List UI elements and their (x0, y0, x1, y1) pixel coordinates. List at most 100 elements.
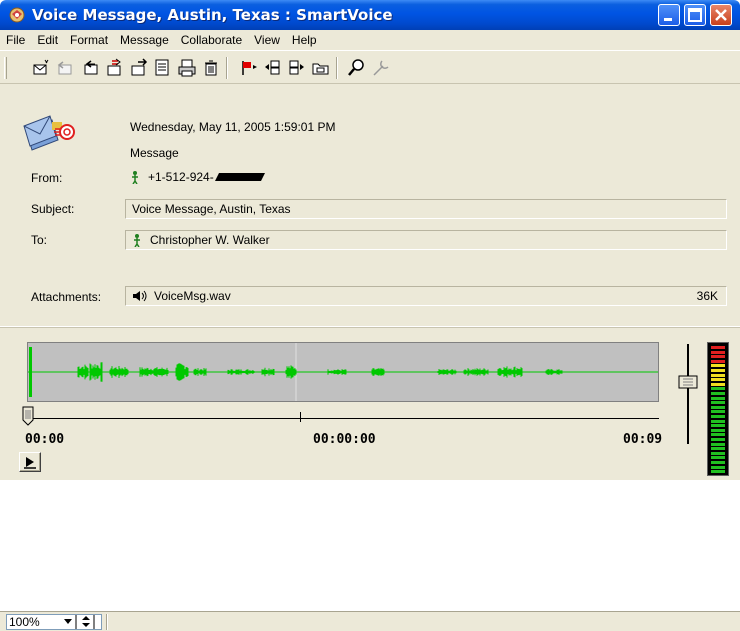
subject-field[interactable]: Voice Message, Austin, Texas (125, 199, 727, 219)
level-meter-segment (711, 461, 725, 464)
attachment-name: VoiceMsg.wav (154, 289, 231, 303)
level-meter-segment (711, 392, 725, 395)
redaction-mark (214, 173, 265, 181)
playhead-marker (29, 347, 32, 397)
find-icon[interactable] (346, 57, 368, 79)
previous-icon[interactable] (262, 57, 284, 79)
menu-bar: File Edit Format Message Collaborate Vie… (0, 30, 740, 50)
level-meter-segment (711, 387, 725, 391)
attachments-label: Attachments: (31, 290, 102, 304)
level-meter-segment (711, 410, 725, 414)
spin-arrows-icon (82, 616, 90, 627)
menu-collaborate[interactable]: Collaborate (181, 33, 242, 47)
toolbar-separator (336, 57, 338, 79)
level-meter-segment (711, 382, 725, 386)
zoom-controls (64, 615, 95, 629)
attachment-item[interactable]: VoiceMsg.wav 36K (125, 286, 727, 306)
level-meter-segment (711, 428, 725, 432)
reply-all-icon[interactable] (80, 57, 102, 79)
level-meter-segment (711, 364, 725, 368)
maximize-button[interactable] (684, 4, 706, 26)
menu-message[interactable]: Message (120, 33, 169, 47)
title-bar[interactable]: Voice Message, Austin, Texas : SmartVoic… (0, 0, 740, 30)
new-message-icon[interactable] (30, 57, 52, 79)
toolbar-grip[interactable] (4, 57, 7, 79)
voice-message-envelope-icon (23, 115, 75, 151)
level-meter-segment (711, 451, 725, 455)
level-meter-segment (711, 369, 725, 372)
zoom-value: 100% (9, 615, 40, 629)
level-meter-segment (711, 438, 725, 441)
maximize-icon (688, 8, 702, 22)
current-time: 00:00:00 (313, 432, 376, 447)
print-icon[interactable] (176, 57, 198, 79)
window-title: Voice Message, Austin, Texas : SmartVoic… (32, 6, 393, 24)
timeline-midpoint-tick (300, 412, 301, 422)
speaker-icon (133, 290, 147, 302)
reply-icon[interactable] (54, 57, 76, 79)
level-meter-segment (711, 415, 725, 418)
from-field[interactable]: +1-512-924- (130, 170, 265, 184)
to-value: Christopher W. Walker (150, 233, 270, 247)
smartvoice-app-icon (9, 7, 25, 23)
level-meter-segment (711, 350, 725, 354)
chevron-down-icon (64, 619, 72, 624)
flag-icon[interactable] (238, 57, 260, 79)
level-meter-segment (711, 346, 725, 349)
subject-label: Subject: (31, 202, 75, 216)
menu-format[interactable]: Format (70, 33, 108, 47)
message-header: Wednesday, May 11, 2005 1:59:01 PM Messa… (0, 84, 740, 326)
to-label: To: (31, 233, 48, 247)
minimize-button[interactable] (658, 4, 680, 26)
menu-edit[interactable]: Edit (37, 33, 58, 47)
level-meter-segment (711, 378, 725, 382)
level-meter-segment (711, 401, 725, 405)
tools-icon[interactable] (370, 57, 392, 79)
person-icon (134, 234, 140, 247)
forward-icon[interactable] (104, 57, 126, 79)
level-meter-segment (711, 419, 725, 423)
level-meter-segment (711, 465, 725, 469)
level-meter-segment (711, 470, 725, 474)
menu-file[interactable]: File (6, 33, 25, 47)
volume-slider-thumb[interactable] (678, 375, 698, 389)
attachment-size: 36K (696, 289, 718, 303)
menu-help[interactable]: Help (292, 33, 317, 47)
message-body[interactable] (0, 480, 740, 611)
start-time: 00:00 (25, 432, 65, 447)
waveform-display[interactable] (27, 342, 659, 402)
person-icon (132, 171, 138, 184)
level-meter-segment (711, 442, 725, 446)
status-separator (106, 614, 108, 630)
level-meter-segment (711, 405, 725, 409)
level-meter-segment (711, 447, 725, 451)
level-meter-segment (711, 373, 725, 377)
position-slider-thumb[interactable] (22, 406, 34, 426)
waveform-graph (28, 343, 658, 401)
from-label: From: (31, 171, 63, 185)
message-type: Message (130, 146, 179, 160)
send-icon[interactable] (128, 57, 150, 79)
volume-track[interactable] (687, 344, 689, 444)
play-icon (24, 457, 36, 469)
position-track[interactable] (27, 418, 659, 419)
subject-value: Voice Message, Austin, Texas (132, 202, 291, 216)
close-button[interactable] (710, 4, 732, 26)
move-folder-icon[interactable] (310, 57, 332, 79)
level-meter-segment (711, 355, 725, 359)
delete-icon[interactable] (200, 57, 222, 79)
play-button[interactable] (19, 452, 41, 472)
message-date: Wednesday, May 11, 2005 1:59:01 PM (130, 120, 336, 134)
toolbar-separator (226, 57, 228, 79)
next-icon[interactable] (286, 57, 308, 79)
end-time: 00:09 (623, 432, 663, 447)
minimize-icon (664, 18, 672, 21)
to-field[interactable]: Christopher W. Walker (125, 230, 727, 250)
level-meter-segment (711, 424, 725, 428)
menu-view[interactable]: View (254, 33, 280, 47)
level-meter-segment (711, 433, 725, 437)
audio-player: 00:00 00:00:00 00:09 (0, 328, 740, 480)
from-value: +1-512-924- (148, 170, 214, 184)
level-meter-segment (711, 359, 725, 363)
properties-icon[interactable] (152, 57, 174, 79)
